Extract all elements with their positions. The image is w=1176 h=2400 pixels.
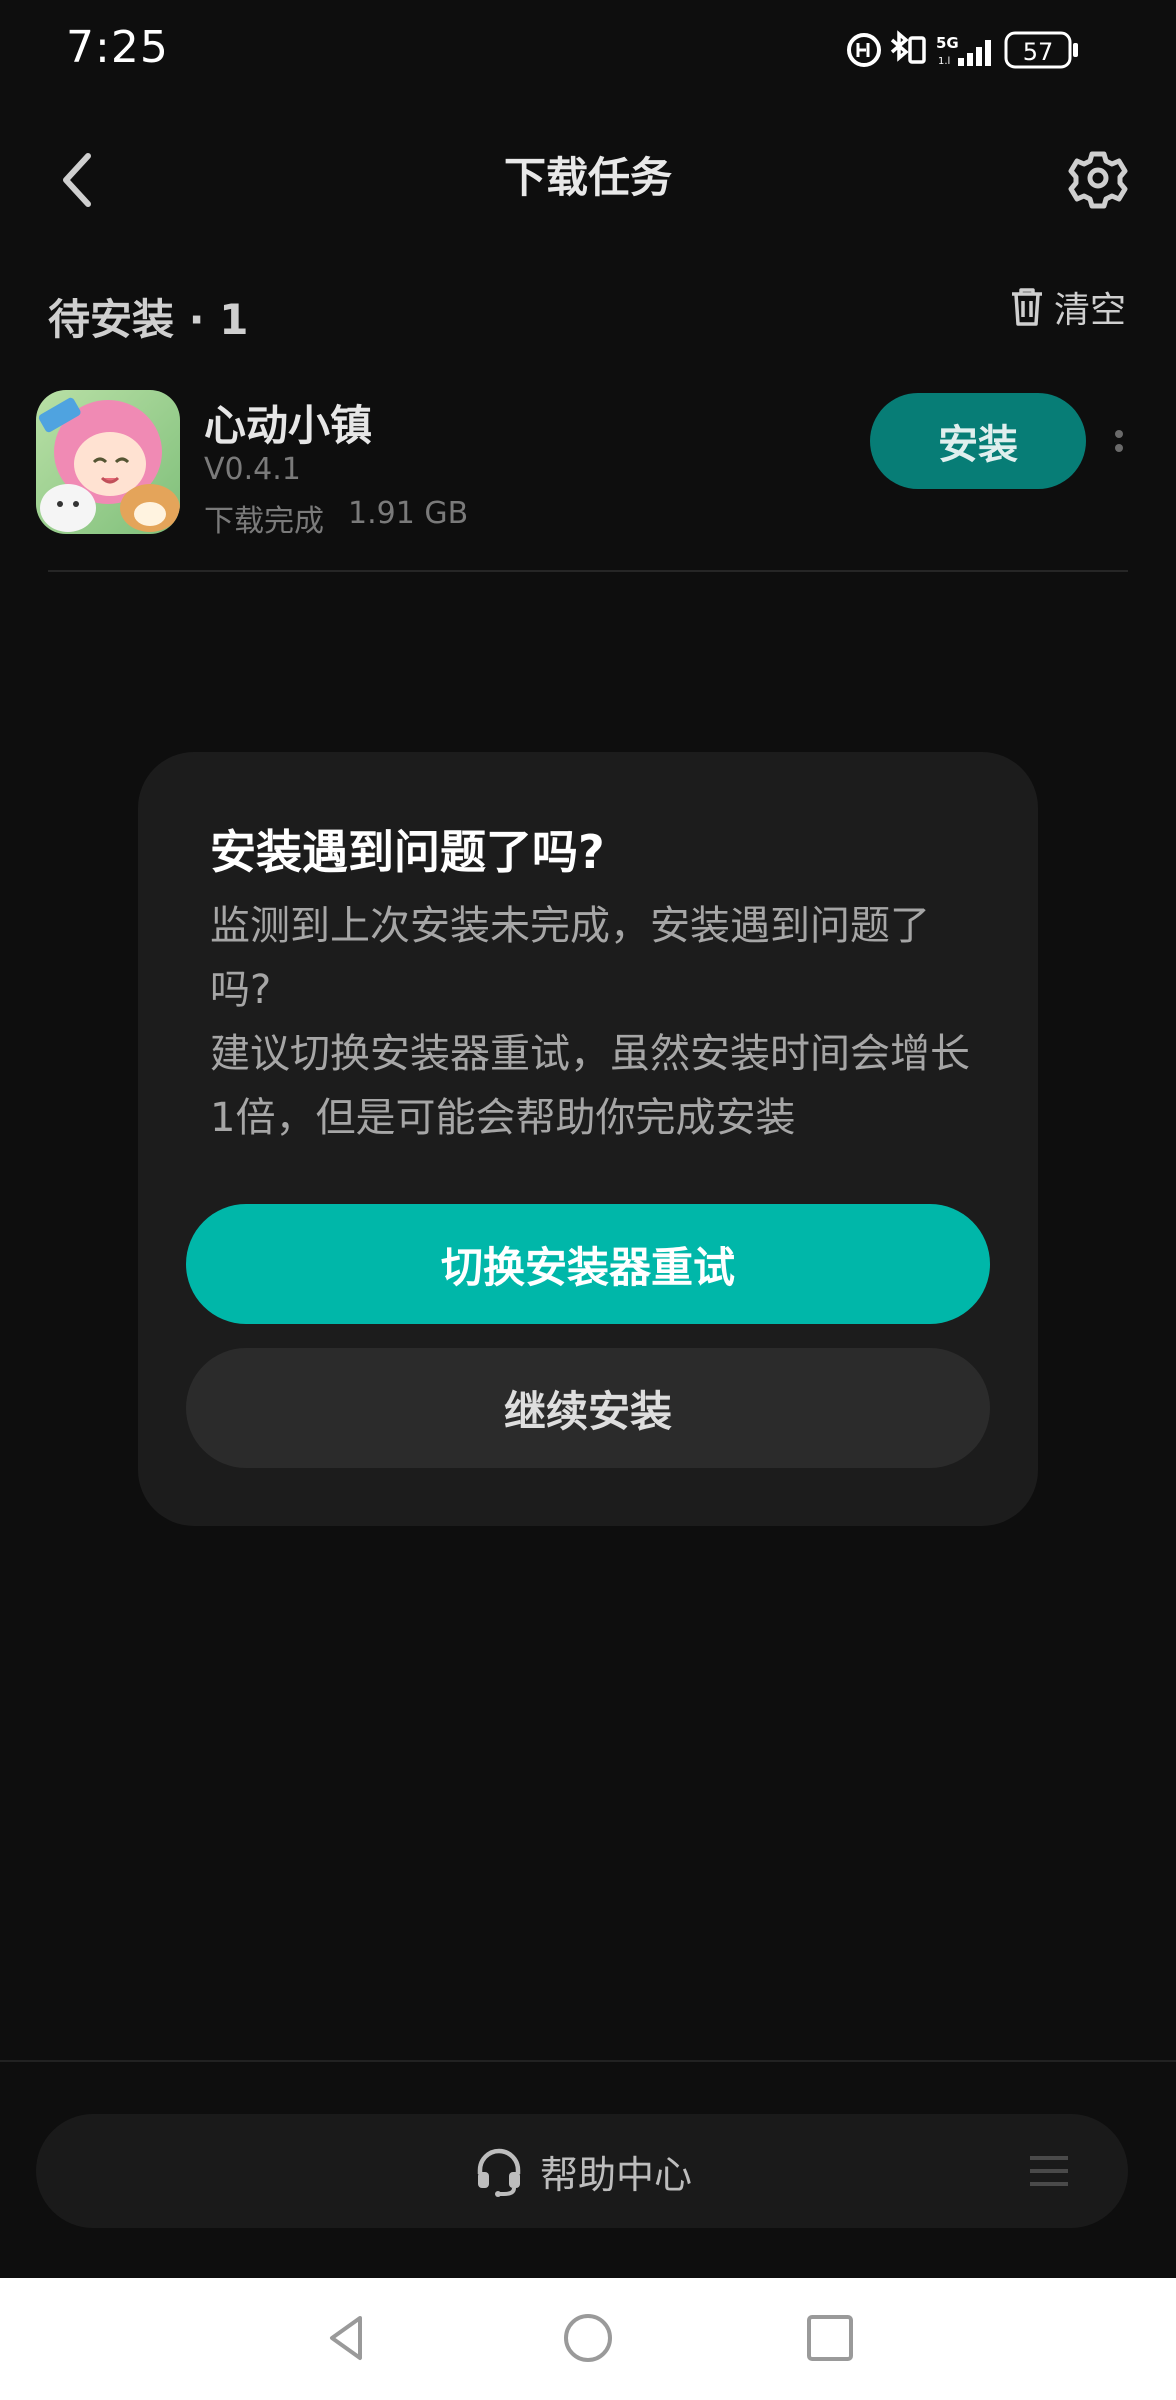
bluetooth-icon <box>890 30 909 62</box>
system-nav-bar <box>0 2278 1176 2400</box>
install-button[interactable]: 安装 <box>870 393 1086 489</box>
bottom-divider <box>0 2060 1176 2062</box>
nav-recent-apps-icon[interactable] <box>800 2308 860 2368</box>
dialog-body: 监测到上次安装未完成，安装遇到问题了吗? 建议切换安装器重试，虽然安装时间会增长… <box>210 894 970 1150</box>
battery-icon: 57 <box>1004 31 1078 69</box>
vibrate-icon <box>908 36 926 64</box>
status-time: 7:25 <box>66 22 169 73</box>
battery-level: 57 <box>1023 38 1054 66</box>
dialog-body-line2: 建议切换安装器重试，虽然安装时间会增长1倍，但是可能会帮助你完成安装 <box>210 1031 970 1141</box>
continue-install-button[interactable]: 继续安装 <box>186 1348 990 1468</box>
clear-button[interactable]: 清空 <box>1008 282 1126 332</box>
nav-back-icon[interactable] <box>318 2308 378 2368</box>
status-bar: 7:25 5G 1.l 57 <box>0 0 1176 100</box>
help-center-label: 帮助中心 <box>539 2152 692 2197</box>
header: 下载任务 <box>0 110 1176 230</box>
nav-home-icon[interactable] <box>558 2308 618 2368</box>
hd-call-icon <box>847 33 881 67</box>
clear-label: 清空 <box>1054 290 1127 331</box>
page-title: 下载任务 <box>503 153 672 202</box>
signal-icon <box>958 40 991 66</box>
svg-text:1.l: 1.l <box>938 56 950 67</box>
file-size: 1.91 GB <box>348 496 469 531</box>
menu-icon[interactable] <box>1026 2150 1072 2192</box>
network-type: 5G <box>936 34 959 52</box>
app-name: 心动小镇 <box>204 401 373 450</box>
download-status: 下载完成 <box>204 504 324 539</box>
app-version: V0.4.1 <box>204 452 301 487</box>
help-center-button[interactable]: 帮助中心 <box>36 2114 1128 2228</box>
more-vertical-icon[interactable] <box>1104 420 1134 470</box>
dialog-body-line1: 监测到上次安装未完成，安装遇到问题了吗? <box>210 903 930 1013</box>
headset-icon <box>477 2148 521 2197</box>
dialog-title: 安装遇到问题了吗? <box>210 825 605 879</box>
help-bar: 帮助中心 <box>36 2114 1128 2228</box>
install-problem-dialog: 安装遇到问题了吗? 监测到上次安装未完成，安装遇到问题了吗? 建议切换安装器重试… <box>138 752 1038 1526</box>
status-icons: 5G 1.l 57 <box>847 30 1078 69</box>
section-title: 待安装 · 1 <box>48 295 249 344</box>
app-icon[interactable] <box>36 390 180 534</box>
trash-icon <box>1012 288 1042 326</box>
switch-installer-retry-button[interactable]: 切换安装器重试 <box>186 1204 990 1324</box>
gear-icon[interactable] <box>1058 138 1138 218</box>
divider <box>48 570 1128 572</box>
